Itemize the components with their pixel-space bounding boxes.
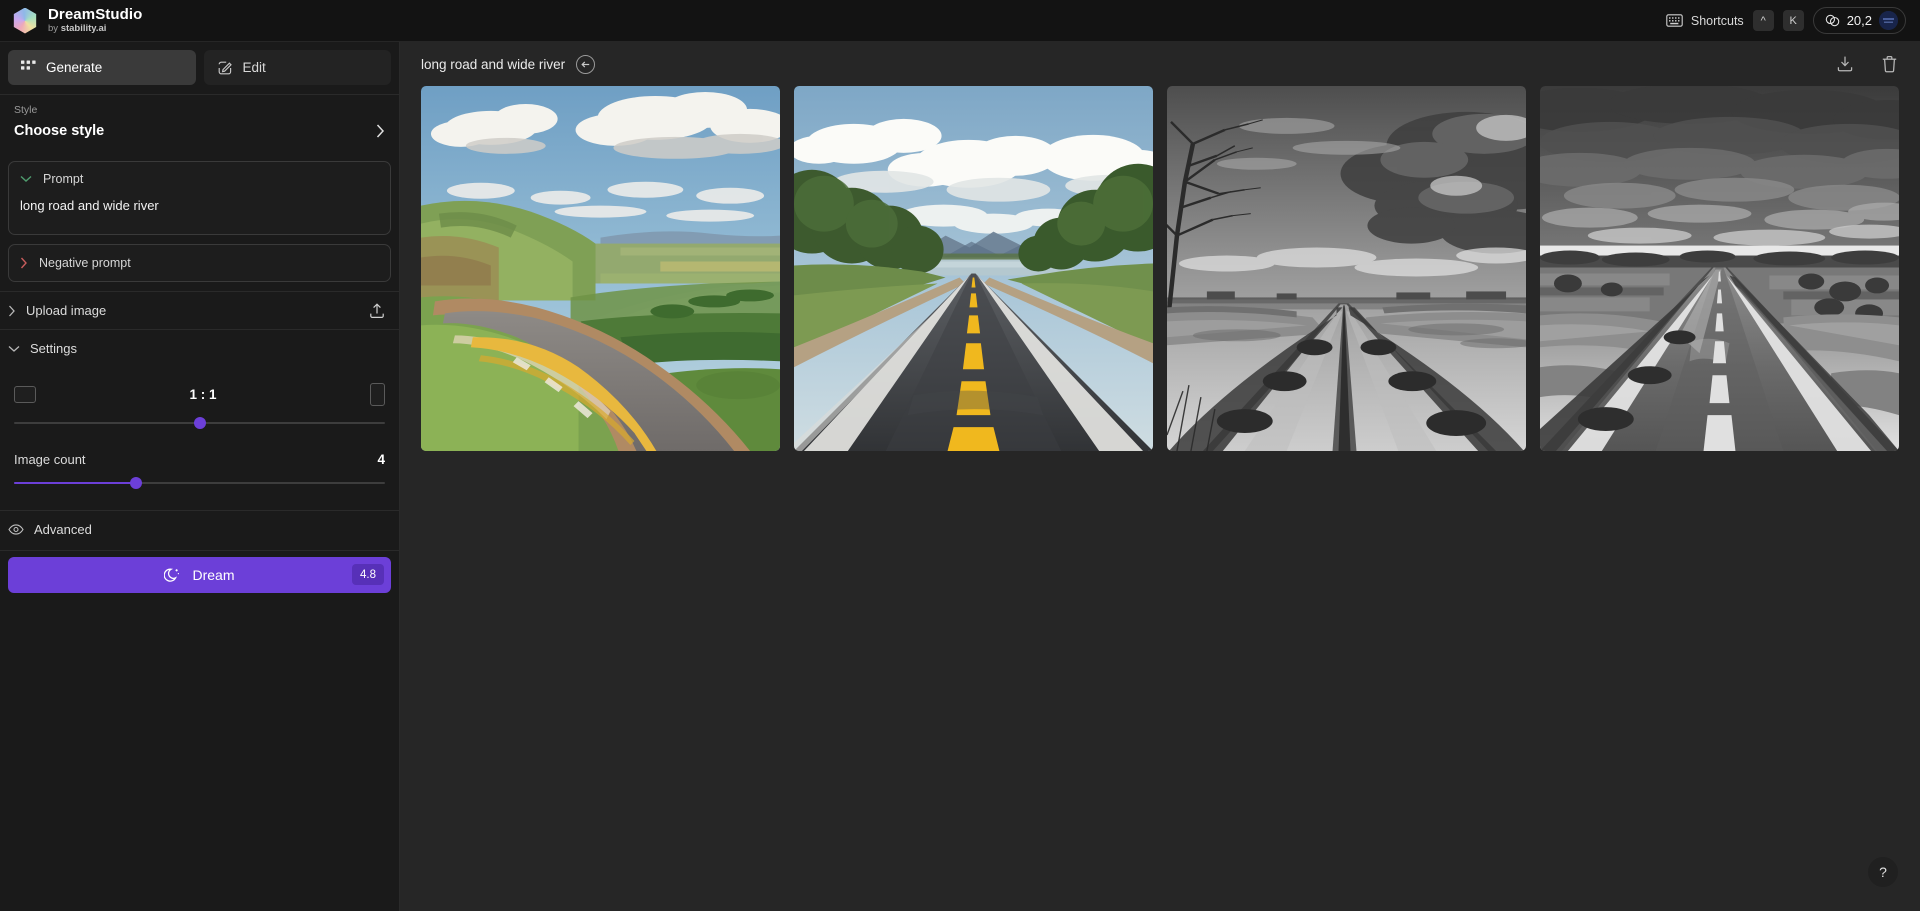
upload-image-label: Upload image — [26, 303, 107, 318]
aspect-ratio-slider[interactable] — [14, 414, 385, 432]
brand[interactable]: DreamStudio by stability.ai — [12, 5, 143, 35]
aspect-ratio-value: 1 : 1 — [189, 386, 217, 402]
prompt-title: Prompt — [43, 172, 84, 186]
advanced-row[interactable]: Advanced — [0, 510, 399, 548]
slider-fill — [14, 482, 137, 484]
chevron-right-icon — [376, 124, 385, 138]
tab-generate[interactable]: Generate — [8, 50, 196, 85]
chevron-right-icon[interactable] — [20, 257, 28, 269]
keyboard-icon — [1666, 14, 1683, 27]
aspect-ratio-row: 1 : 1 — [14, 381, 385, 407]
prompt-box[interactable]: Prompt long road and wide river — [8, 161, 391, 235]
slider-thumb[interactable] — [193, 417, 206, 429]
dreamstudio-logo-icon — [13, 7, 37, 34]
kbd-modifier[interactable]: ^ — [1752, 10, 1774, 31]
shortcuts-button[interactable]: Shortcuts — [1666, 14, 1744, 28]
image-count-row: Image count 4 — [14, 452, 385, 467]
image-count-value: 4 — [377, 452, 385, 467]
negative-prompt-title: Negative prompt — [39, 256, 131, 270]
settings-row[interactable]: Settings — [0, 329, 399, 367]
page-title: long road and wide river — [421, 56, 566, 72]
mode-tabs: Generate Edit — [0, 42, 399, 94]
kbd-key[interactable]: K — [1782, 10, 1804, 31]
tab-edit-label: Edit — [242, 60, 266, 75]
portrait-frame-icon[interactable] — [369, 382, 385, 406]
trash-icon[interactable] — [1881, 55, 1898, 73]
dream-button[interactable]: Dream 4.8 — [8, 557, 391, 593]
chevron-down-icon — [8, 345, 20, 353]
avatar[interactable] — [1879, 11, 1898, 30]
brand-title: DreamStudio — [48, 5, 143, 23]
result-thumbnail[interactable] — [421, 86, 780, 451]
chevron-down-icon[interactable] — [20, 175, 32, 183]
dream-label: Dream — [192, 567, 235, 583]
prompt-value[interactable]: long road and wide river — [20, 197, 379, 215]
pencil-square-icon — [217, 60, 233, 76]
negative-prompt-box[interactable]: Negative prompt — [8, 244, 391, 282]
main-header: long road and wide river — [400, 42, 1920, 86]
moon-stars-icon — [164, 567, 181, 584]
brand-subtitle: by stability.ai — [48, 24, 142, 34]
main-content: long road and wide river ? — [400, 42, 1920, 911]
result-thumbnail[interactable] — [1167, 86, 1526, 451]
settings-body: 1 : 1 Image count 4 — [0, 367, 399, 492]
brand-by: by — [48, 23, 59, 35]
result-thumbnail[interactable] — [1540, 86, 1899, 451]
credits-value: 20,2 — [1846, 13, 1872, 28]
help-button[interactable]: ? — [1868, 857, 1898, 887]
style-label: Style — [14, 104, 38, 116]
dream-cost-badge: 4.8 — [352, 564, 384, 585]
tab-generate-label: Generate — [46, 60, 103, 75]
brand-company: stability.ai — [60, 23, 107, 35]
tab-edit[interactable]: Edit — [203, 50, 391, 85]
results-gallery — [400, 86, 1920, 911]
landscape-frame-icon[interactable] — [14, 385, 36, 403]
shortcuts-label: Shortcuts — [1690, 13, 1744, 28]
result-thumbnail[interactable] — [794, 86, 1153, 451]
download-icon[interactable] — [1836, 55, 1854, 73]
arrow-left-circle-icon[interactable] — [576, 54, 596, 74]
top-bar: DreamStudio by stability.ai Shortcuts ^ … — [0, 0, 1920, 42]
upload-icon[interactable] — [369, 302, 385, 319]
coin-icon — [1825, 14, 1840, 27]
image-count-slider[interactable] — [14, 474, 385, 492]
upload-image-row[interactable]: Upload image — [0, 291, 399, 329]
style-value: Choose style — [14, 123, 105, 139]
image-count-label: Image count — [14, 452, 86, 467]
sidebar: Generate Edit Style Choose style Prompt … — [0, 42, 400, 911]
grid-icon — [21, 60, 36, 75]
chevron-right-icon — [8, 305, 16, 317]
advanced-label: Advanced — [34, 522, 92, 537]
eye-icon — [8, 524, 24, 535]
style-section[interactable]: Style Choose style — [0, 94, 399, 151]
slider-thumb[interactable] — [130, 477, 143, 489]
settings-label: Settings — [30, 341, 77, 356]
credits-badge[interactable]: 20,2 — [1812, 7, 1906, 34]
